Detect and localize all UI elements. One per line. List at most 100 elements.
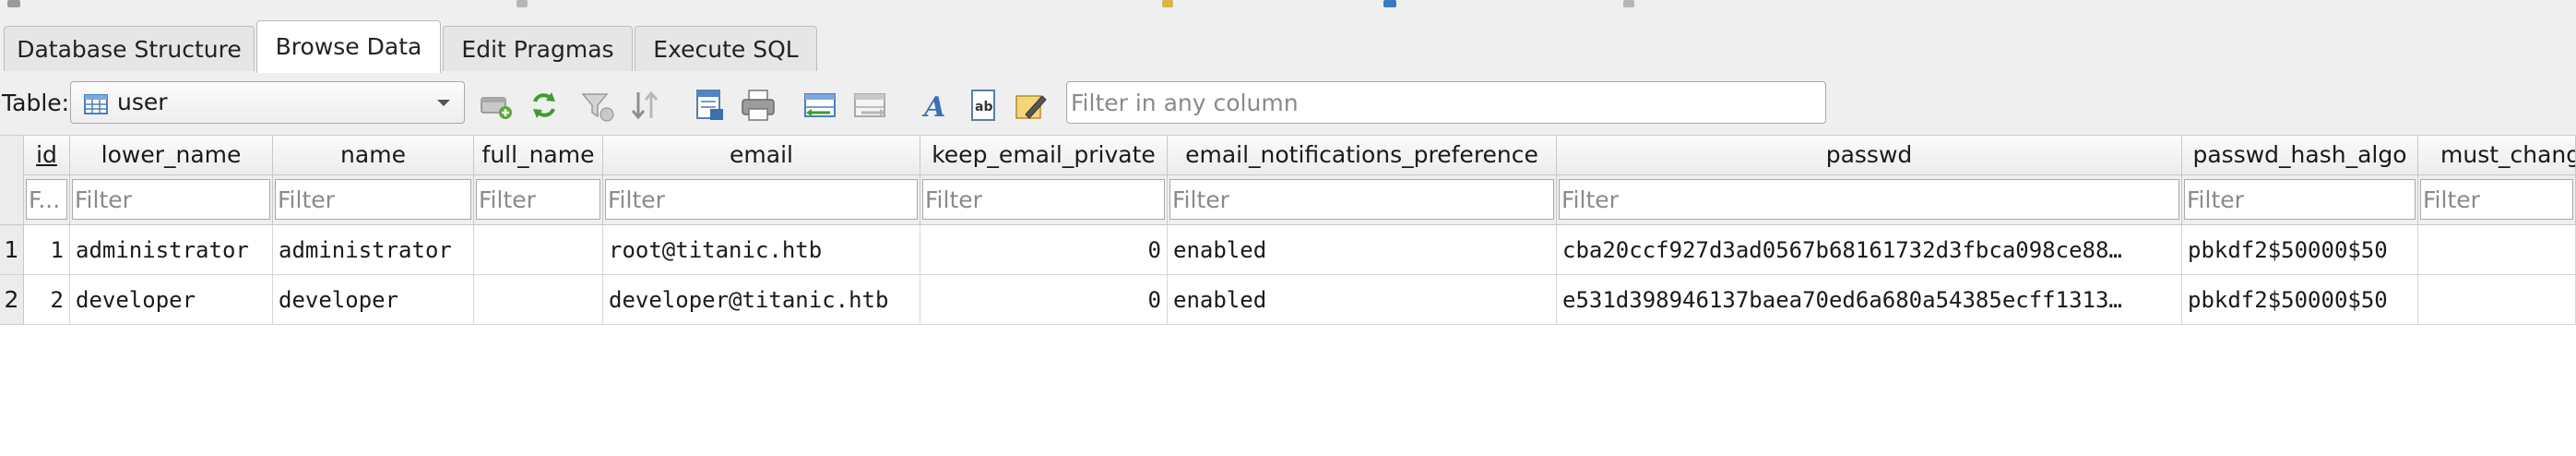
table-cell[interactable]: pbkdf2$50000$50 xyxy=(2182,275,2418,325)
edit-cell-icon xyxy=(1013,87,1050,124)
column-filter-input-name[interactable] xyxy=(275,179,471,220)
clear-filters-button[interactable] xyxy=(579,87,616,124)
tab-label: Edit Pragmas xyxy=(461,36,614,63)
column-header-label: name xyxy=(340,141,406,168)
toolbar-fragment xyxy=(1623,0,1634,7)
column-filter-input-id[interactable] xyxy=(26,179,67,220)
table-cell[interactable]: 0 xyxy=(920,225,1168,275)
column-filter-input-lower-name[interactable] xyxy=(72,179,270,220)
print-button[interactable] xyxy=(740,87,777,124)
refresh-table-button[interactable] xyxy=(478,87,515,124)
toolbar-fragment xyxy=(516,0,528,7)
column-filter-input-passwd[interactable] xyxy=(1559,179,2179,220)
table-cell[interactable] xyxy=(2418,225,2576,275)
tab-bar: Database Structure Browse Data Edit Prag… xyxy=(0,13,2576,73)
table-cell[interactable]: cba20ccf927d3ad0567b68161732d3fbca098ce8… xyxy=(1557,225,2182,275)
column-filter-input-must-change[interactable] xyxy=(2420,179,2573,220)
data-grid: id lower_name name full_name email keep_… xyxy=(0,136,2576,456)
column-header-email-notifications-preference[interactable]: email_notifications_preference xyxy=(1168,136,1557,175)
delete-record-button[interactable] xyxy=(852,87,889,124)
tab-browse-data[interactable]: Browse Data xyxy=(256,20,441,73)
refresh-table-icon xyxy=(478,87,515,124)
refresh-button[interactable] xyxy=(526,87,563,124)
sort-button[interactable] xyxy=(627,87,664,124)
table-cell[interactable]: enabled xyxy=(1168,275,1557,325)
insert-record-button[interactable] xyxy=(802,87,839,124)
row-header[interactable]: 2 xyxy=(0,275,24,325)
tab-label: Database Structure xyxy=(17,36,242,63)
save-table-icon xyxy=(692,87,729,124)
column-filter-cell xyxy=(474,175,603,225)
table-cell[interactable]: developer xyxy=(273,275,474,325)
column-filter-cell xyxy=(2182,175,2418,225)
toolbar-fragment xyxy=(1383,0,1396,7)
font-button[interactable]: A xyxy=(917,87,954,124)
table-cell[interactable] xyxy=(2418,275,2576,325)
chevron-down-icon xyxy=(434,91,453,119)
table-cell[interactable]: 2 xyxy=(24,275,70,325)
table-cell[interactable]: administrator xyxy=(70,225,273,275)
save-table-button[interactable] xyxy=(692,87,729,124)
column-header-label: passwd xyxy=(1825,141,1913,168)
table-cell[interactable]: enabled xyxy=(1168,225,1557,275)
tab-execute-sql[interactable]: Execute SQL xyxy=(635,26,817,71)
toolbar-fragment xyxy=(1162,0,1173,7)
browse-toolbar: Table: user A ab Filter in any column xyxy=(0,72,2576,136)
column-header-passwd-hash-algo[interactable]: passwd_hash_algo xyxy=(2182,136,2418,175)
tab-label: Execute SQL xyxy=(653,36,799,63)
column-filter-cell xyxy=(1557,175,2182,225)
table-select-value: user xyxy=(117,89,168,115)
table-select[interactable]: user xyxy=(70,81,465,124)
column-header-label: keep_email_private xyxy=(932,141,1156,168)
edit-cell-button[interactable] xyxy=(1013,87,1050,124)
table-cell[interactable]: administrator xyxy=(273,225,474,275)
column-header-label: lower_name xyxy=(101,141,242,168)
column-header-email[interactable]: email xyxy=(603,136,920,175)
table-cell[interactable]: 1 xyxy=(24,225,70,275)
text-format-button[interactable]: ab xyxy=(965,87,1002,124)
svg-text:A: A xyxy=(921,91,945,124)
column-filter-cell xyxy=(1168,175,1557,225)
column-header-passwd[interactable]: passwd xyxy=(1557,136,2182,175)
refresh-icon xyxy=(526,87,563,124)
column-header-label: must_change xyxy=(2440,141,2575,168)
table-cell[interactable]: 0 xyxy=(920,275,1168,325)
table-cell[interactable] xyxy=(474,275,603,325)
column-header-name[interactable]: name xyxy=(273,136,474,175)
column-filter-input-email-notifications-preference[interactable] xyxy=(1169,179,1554,220)
table-cell[interactable] xyxy=(474,225,603,275)
tab-database-structure[interactable]: Database Structure xyxy=(4,26,255,71)
column-header-id[interactable]: id xyxy=(24,136,70,175)
column-header-full-name[interactable]: full_name xyxy=(474,136,603,175)
column-header-label: email xyxy=(730,141,793,168)
column-filter-cell xyxy=(2418,175,2576,225)
column-header-must-change[interactable]: must_change xyxy=(2418,136,2576,175)
print-icon xyxy=(740,87,777,124)
tab-label: Browse Data xyxy=(275,33,422,60)
column-header-label: passwd_hash_algo xyxy=(2192,141,2407,168)
filter-any-column-input[interactable] xyxy=(1066,81,1826,124)
column-filter-input-email[interactable] xyxy=(605,179,918,220)
row-number: 1 xyxy=(4,236,19,263)
delete-record-icon xyxy=(852,87,889,124)
column-filter-cell xyxy=(603,175,920,225)
table-cell[interactable]: developer@titanic.htb xyxy=(603,275,920,325)
table-cell[interactable]: root@titanic.htb xyxy=(603,225,920,275)
column-header-label: id xyxy=(36,141,57,168)
column-filter-input-passwd-hash-algo[interactable] xyxy=(2184,179,2416,220)
row-header[interactable]: 1 xyxy=(0,225,24,275)
row-number: 2 xyxy=(4,286,19,313)
column-header-keep-email-private[interactable]: keep_email_private xyxy=(920,136,1168,175)
column-filter-cell xyxy=(70,175,273,225)
font-icon: A xyxy=(917,87,954,124)
table-cell[interactable]: pbkdf2$50000$50 xyxy=(2182,225,2418,275)
column-header-label: email_notifications_preference xyxy=(1185,141,1538,168)
column-filter-input-full-name[interactable] xyxy=(476,179,600,220)
column-filter-input-keep-email-private[interactable] xyxy=(922,179,1165,220)
table-cell[interactable]: e531d398946137baea70ed6a680a54385ecff131… xyxy=(1557,275,2182,325)
grid-corner[interactable] xyxy=(0,136,24,225)
table-cell[interactable]: developer xyxy=(70,275,273,325)
table-label: Table: xyxy=(2,90,70,116)
tab-edit-pragmas[interactable]: Edit Pragmas xyxy=(443,26,633,71)
column-header-lower-name[interactable]: lower_name xyxy=(70,136,273,175)
